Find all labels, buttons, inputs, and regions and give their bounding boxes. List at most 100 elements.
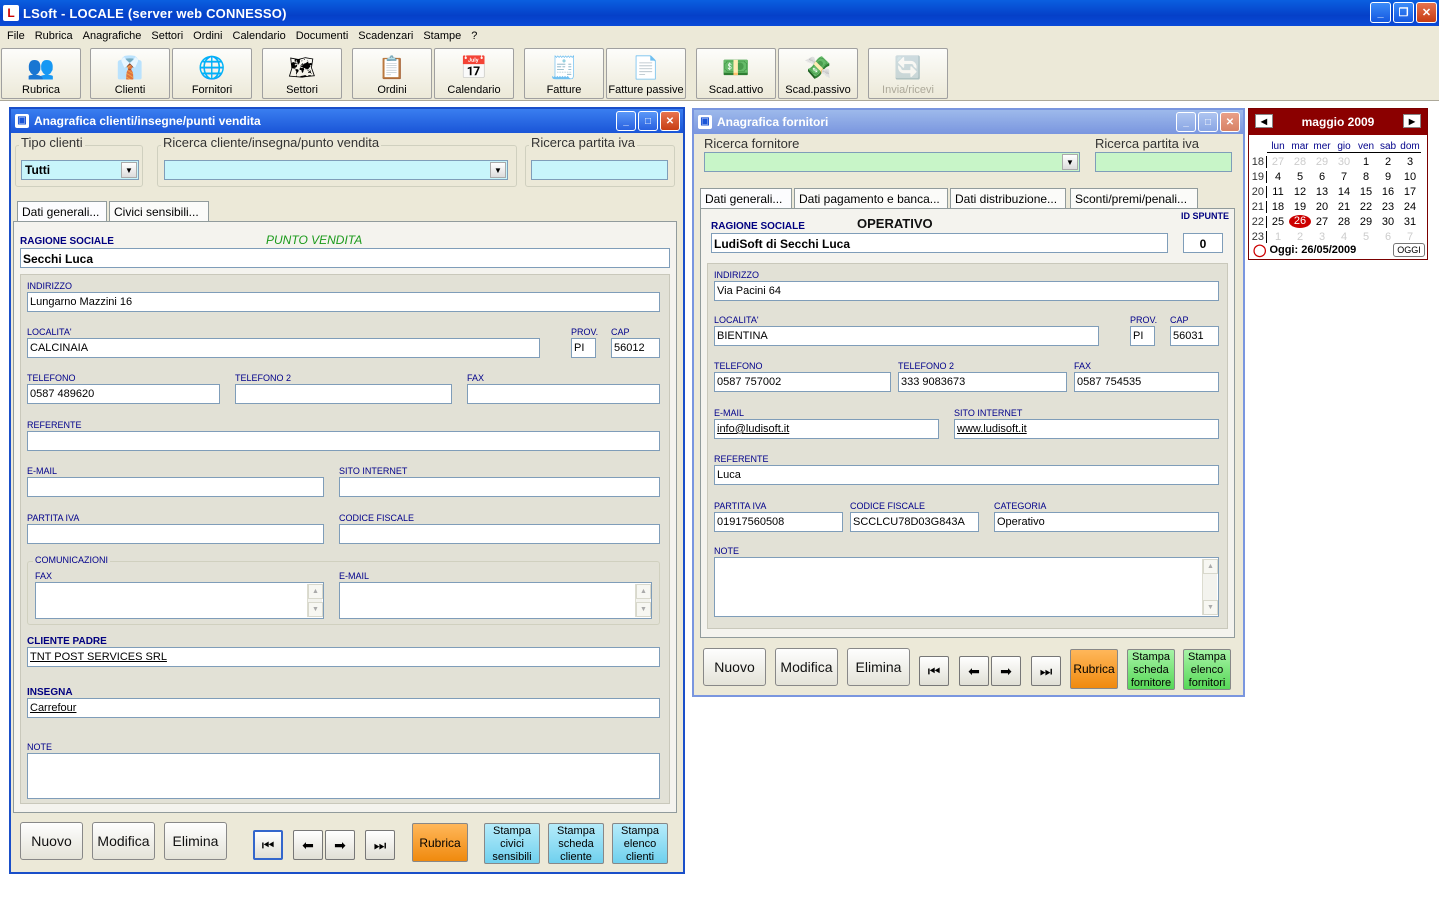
calendar-day[interactable]: 16 [1377,186,1399,198]
oggi-button[interactable]: OGGI [1393,243,1425,257]
calendar-day[interactable]: 17 [1399,186,1421,198]
stampa-elenco-clienti-button[interactable]: Stampa elenco clienti [612,823,668,864]
scroll-up-icon[interactable]: ▲ [308,584,323,599]
cap-input[interactable]: 56012 [611,338,660,358]
fornitori-elimina-button[interactable]: Elimina [847,648,910,686]
menu-anagrafiche[interactable]: Anagrafiche [78,30,147,42]
fornitori-maximize-button[interactable]: □ [1198,112,1218,132]
fornitori-cap-input[interactable]: 56031 [1170,326,1219,346]
tab-dati-pagamento[interactable]: Dati pagamento e banca... [794,188,948,208]
menu-stampe[interactable]: Stampe [418,30,466,42]
fornitori-note-textarea[interactable]: ▲ ▼ [714,557,1219,617]
calendar-day[interactable]: 5 [1355,231,1377,243]
chevron-down-icon[interactable]: ▼ [121,162,137,178]
toolbar-fatture-passive-button[interactable]: 📄 Fatture passive [606,48,686,99]
fornitori-indirizzo-input[interactable]: Via Pacini 64 [714,281,1219,301]
next-record-button[interactable]: ➡ [325,830,355,860]
toolbar-settori-button[interactable]: 🗺 Settori [262,48,342,99]
toolbar-scad-attivo-button[interactable]: 💵 Scad.attivo [696,48,776,99]
scrollbar[interactable]: ▲ ▼ [635,584,651,617]
calendar-day[interactable]: 1 [1267,231,1289,243]
tab-sconti-premi-penali[interactable]: Sconti/premi/penali... [1070,188,1198,208]
fornitori-nuovo-button[interactable]: Nuovo [703,648,766,686]
telefono-input[interactable]: 0587 489620 [27,384,220,404]
fornitori-next-button[interactable]: ➡ [991,656,1021,686]
stampa-scheda-cliente-button[interactable]: Stampa scheda cliente [548,823,604,864]
fornitori-localita-input[interactable]: BIENTINA [714,326,1099,346]
calendar-day[interactable]: 28 [1289,156,1311,168]
calendar-day[interactable]: 12 [1289,186,1311,198]
scroll-up-icon[interactable]: ▲ [636,584,651,599]
referente-input[interactable] [27,431,660,451]
menu-settori[interactable]: Settori [146,30,188,42]
prov-input[interactable]: PI [571,338,596,358]
prev-month-button[interactable]: ◀ [1255,114,1273,128]
telefono2-input[interactable] [235,384,452,404]
elimina-button[interactable]: Elimina [164,822,227,860]
calendar-day[interactable]: 6 [1377,231,1399,243]
menu-rubrica[interactable]: Rubrica [30,30,78,42]
fornitori-piva2-input[interactable]: 01917560508 [714,512,843,532]
stampa-elenco-fornitori-button[interactable]: Stampa elenco fornitori [1183,649,1231,690]
calendar-day[interactable]: 19 [1289,201,1311,213]
fornitori-telefono-input[interactable]: 0587 757002 [714,372,891,392]
partita-iva-input[interactable] [27,524,324,544]
fornitori-prov-input[interactable]: PI [1130,326,1155,346]
fax-input[interactable] [467,384,660,404]
calendar-day[interactable]: 3 [1399,156,1421,168]
fornitori-cf-input[interactable]: SCCLCU78D03G843A [850,512,979,532]
fornitori-prev-button[interactable]: ⬅ [959,656,989,686]
calendar-day[interactable]: 10 [1399,171,1421,183]
calendar-day[interactable]: 21 [1333,201,1355,213]
fornitori-sito-input[interactable]: www.ludisoft.it [954,419,1219,439]
calendar-day[interactable]: 18 [1267,201,1289,213]
cliente-padre-input[interactable]: TNT POST SERVICES SRL [27,647,660,667]
clienti-maximize-button[interactable]: □ [638,111,658,131]
calendar-day[interactable]: 27 [1311,216,1333,228]
calendar-day[interactable]: 4 [1267,171,1289,183]
calendar-day[interactable]: 13 [1311,186,1333,198]
calendar-day[interactable]: 30 [1333,156,1355,168]
calendar-day[interactable]: 6 [1311,171,1333,183]
tab-dati-generali-fornitori[interactable]: Dati generali... [700,188,792,210]
restore-button[interactable]: ❐ [1393,2,1414,23]
ricerca-piva-input[interactable] [531,160,668,180]
calendar-day[interactable]: 5 [1289,171,1311,183]
toolbar-clienti-button[interactable]: 👔 Clienti [90,48,170,99]
tipo-clienti-select[interactable]: Tutti ▼ [21,160,139,180]
fornitori-piva-input[interactable] [1095,152,1232,172]
note-textarea[interactable] [27,753,660,799]
fornitori-telefono2-input[interactable]: 333 9083673 [898,372,1067,392]
menu-calendario[interactable]: Calendario [228,30,291,42]
toolbar-rubrica-button[interactable]: 👥 Rubrica [1,48,81,99]
calendar-day[interactable]: 29 [1355,216,1377,228]
toolbar-calendario-button[interactable]: 📅 Calendario [434,48,514,99]
calendar-day[interactable]: 2 [1289,231,1311,243]
menu-file[interactable]: File [2,30,30,42]
ragione-sociale-input[interactable]: Secchi Luca [20,248,670,268]
ricerca-cliente-select[interactable]: ▼ [164,160,508,180]
fornitori-rubrica-button[interactable]: Rubrica [1070,649,1118,689]
toolbar-scad-passivo-button[interactable]: 💸 Scad.passivo [778,48,858,99]
nuovo-button[interactable]: Nuovo [20,822,83,860]
last-record-button[interactable]: ⏭ [365,830,395,860]
toolbar-ordini-button[interactable]: 📋 Ordini [352,48,432,99]
com-email-textarea[interactable]: ▲ ▼ [339,582,652,619]
fornitori-minimize-button[interactable]: _ [1176,112,1196,132]
menu-ordini[interactable]: Ordini [188,30,227,42]
fornitori-referente-input[interactable]: Luca [714,465,1219,485]
chevron-down-icon[interactable]: ▼ [1062,154,1078,170]
sito-internet-input[interactable] [339,477,660,497]
toolbar-fatture-button[interactable]: 🧾 Fatture [524,48,604,99]
tab-dati-distribuzione[interactable]: Dati distribuzione... [950,188,1066,208]
calendar-day[interactable]: 1 [1355,156,1377,168]
clienti-close-button[interactable]: ✕ [660,111,680,131]
id-spunte-input[interactable]: 0 [1183,233,1223,253]
scrollbar[interactable]: ▲ ▼ [307,584,323,617]
calendar-day[interactable]: 3 [1311,231,1333,243]
menu-scadenzari[interactable]: Scadenzari [353,30,418,42]
insegna-input[interactable]: Carrefour [27,698,660,718]
calendar-day[interactable]: 11 [1267,186,1289,198]
fornitori-close-button[interactable]: ✕ [1220,112,1240,132]
fornitori-email-input[interactable]: info@ludisoft.it [714,419,939,439]
